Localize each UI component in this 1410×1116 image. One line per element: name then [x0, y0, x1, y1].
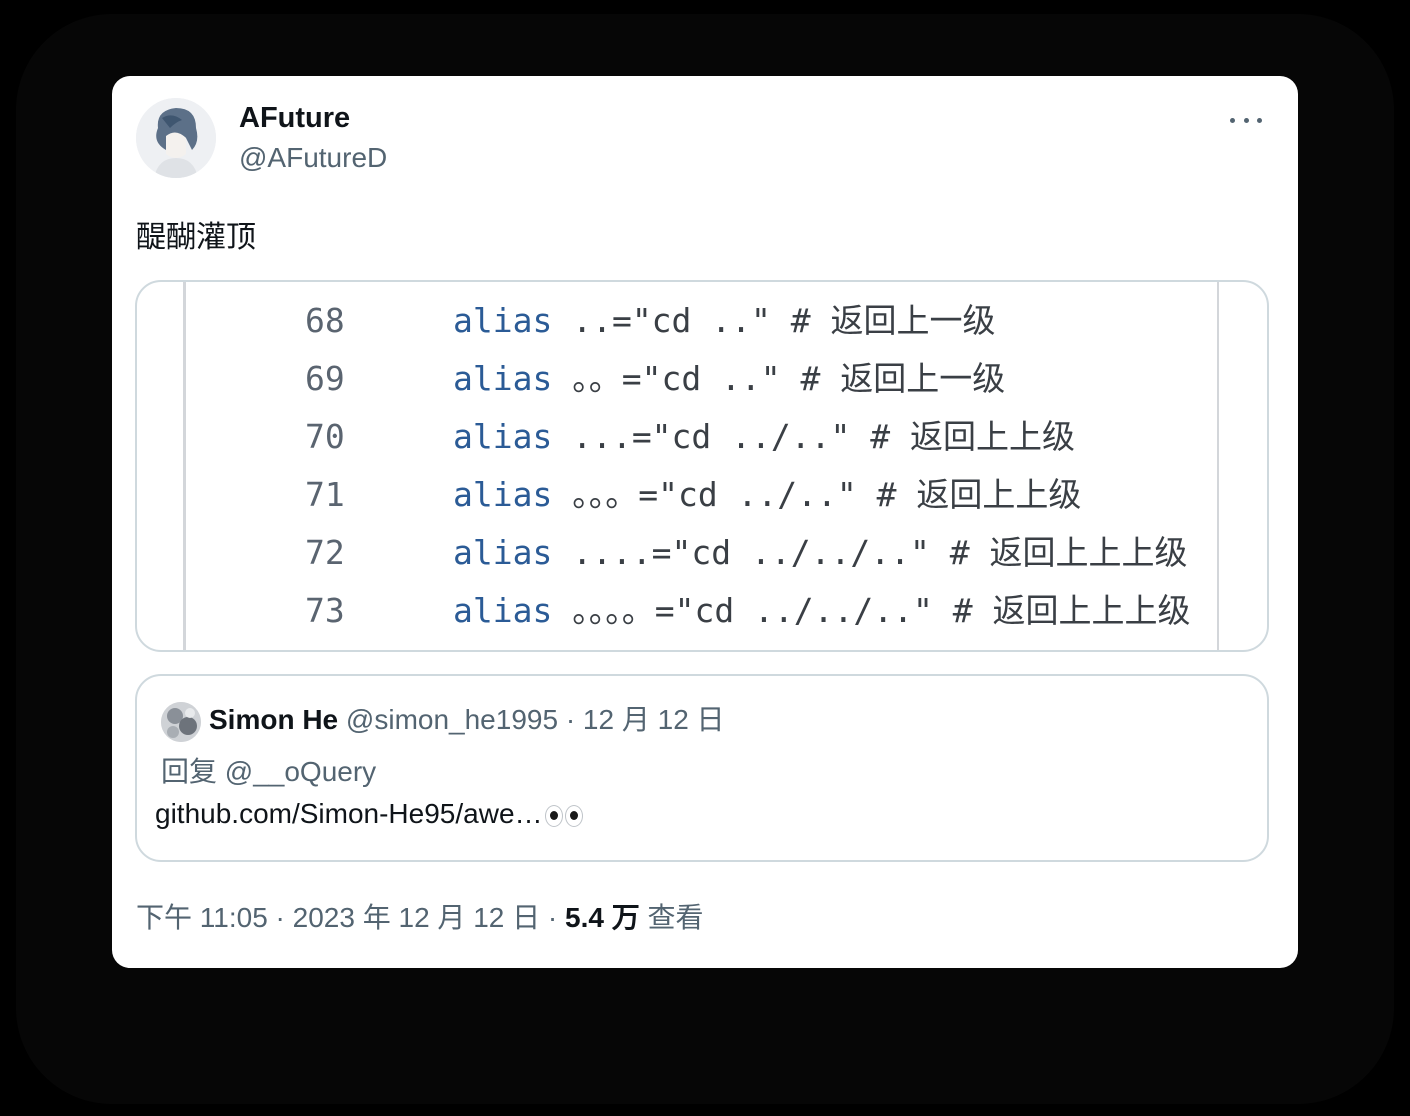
more-dot-icon: [1230, 117, 1235, 123]
code-keyword: alias: [453, 417, 553, 456]
code-keyword: alias: [453, 533, 553, 572]
code-text: alias ...="cd ../.." # 返回上上级: [453, 412, 1075, 462]
code-comment: # 返回上一级: [790, 301, 996, 340]
author-handle[interactable]: @AFutureD: [239, 142, 387, 174]
more-dot-icon: [1257, 117, 1262, 123]
code-statement: 。。="cd ..": [552, 359, 801, 398]
quoted-link[interactable]: github.com/Simon-He95/awe…: [155, 798, 543, 829]
code-statement: ..="cd ..": [552, 301, 791, 340]
quoted-header: Simon He @simon_he1995 · 12 月 12 日: [209, 702, 725, 738]
code-edge-divider: [1217, 282, 1219, 650]
code-comment: # 返回上一级: [800, 359, 1006, 398]
code-text: alias 。。="cd .." # 返回上一级: [453, 354, 1005, 404]
line-number: 73: [305, 591, 345, 630]
code-image-card[interactable]: 68 alias ..="cd .." # 返回上一级 69 alias 。。="cd…: [135, 280, 1269, 652]
code-text: alias 。。。。="cd ../../.." # 返回上上上级: [453, 586, 1190, 636]
author-name[interactable]: AFuture: [239, 102, 350, 135]
view-label: 查看: [639, 902, 704, 933]
tweet-card: AFuture @AFutureD 醍醐灌顶 68 alias ..="cd ..…: [112, 76, 1298, 968]
code-listing: 68 alias ..="cd .." # 返回上一级 69 alias 。。="cd…: [137, 282, 1217, 650]
code-comment: # 返回上上上级: [952, 591, 1191, 630]
code-comment: # 返回上上上级: [949, 533, 1188, 572]
eyes-emoji-icon: [544, 804, 583, 827]
tweet-timestamp[interactable]: 下午 11:05 · 2023 年 12 月 12 日 ·: [136, 902, 565, 933]
line-number: 68: [305, 301, 345, 340]
quoted-reply-to: 回复 @__oQuery: [161, 756, 377, 787]
author-avatar[interactable]: [136, 98, 216, 178]
tweet-text: 醍醐灌顶: [136, 221, 256, 254]
line-number: 71: [305, 475, 345, 514]
tweet-footer: 下午 11:05 · 2023 年 12 月 12 日 · 5.4 万 查看: [136, 896, 704, 936]
line-number: 72: [305, 533, 345, 572]
quoted-author-name[interactable]: Simon He: [209, 704, 338, 735]
code-statement: 。。。。="cd ../../..": [552, 591, 953, 630]
view-count: 5.4 万: [565, 902, 640, 933]
code-keyword: alias: [453, 591, 553, 630]
code-text: alias ....="cd ../../.." # 返回上上上级: [453, 528, 1187, 578]
line-number: 69: [305, 359, 345, 398]
code-comment: # 返回上上级: [876, 475, 1082, 514]
code-statement: ....="cd ../../..": [552, 533, 950, 572]
code-keyword: alias: [453, 475, 553, 514]
code-statement: ...="cd ../..": [552, 417, 871, 456]
quoted-meta: @simon_he1995 · 12 月 12 日: [338, 704, 725, 735]
code-keyword: alias: [453, 359, 553, 398]
code-text: alias 。。。="cd ../.." # 返回上上级: [453, 470, 1081, 520]
more-dot-icon: [1243, 117, 1249, 123]
code-statement: 。。。="cd ../..": [552, 475, 877, 514]
code-comment: # 返回上上级: [870, 417, 1075, 456]
quoted-text: github.com/Simon-He95/awe…: [155, 798, 583, 830]
quoted-tweet-card[interactable]: Simon He @simon_he1995 · 12 月 12 日 回复 @_…: [135, 674, 1269, 862]
line-number: 70: [305, 417, 345, 456]
code-text: alias ..="cd .." # 返回上一级: [453, 296, 996, 346]
code-keyword: alias: [453, 301, 553, 340]
quoted-author-avatar[interactable]: [161, 702, 201, 742]
more-options-button[interactable]: [1224, 104, 1268, 136]
